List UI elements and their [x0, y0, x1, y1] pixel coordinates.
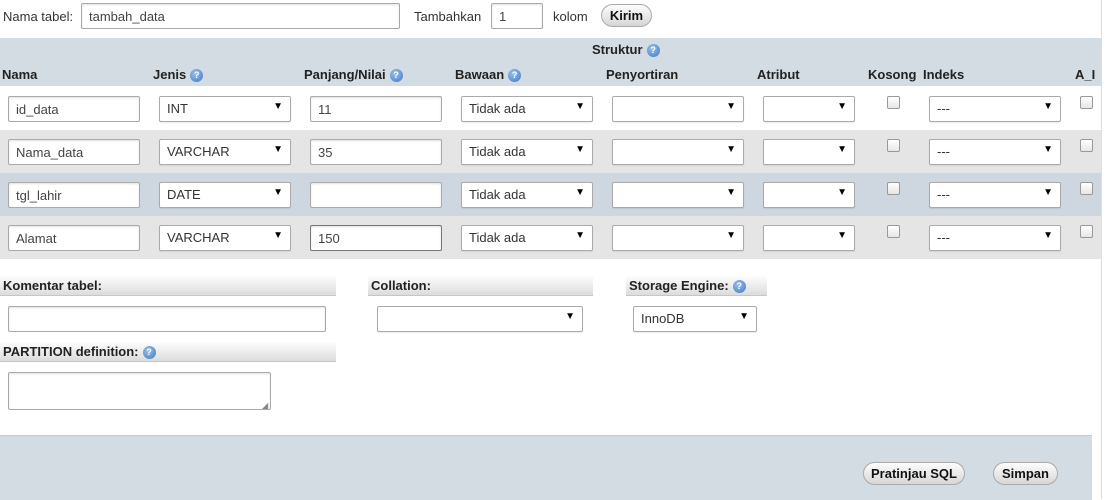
column-length-input[interactable]: [310, 96, 442, 122]
column-attribute-select[interactable]: ▼: [763, 139, 855, 165]
null-checkbox[interactable]: [887, 139, 900, 152]
column-header-attribute: Atribut: [757, 67, 800, 82]
column-default-select[interactable]: Tidak ada ▼: [461, 182, 593, 208]
column-name-input[interactable]: [8, 139, 140, 165]
column-collation-select[interactable]: ▼: [612, 225, 744, 251]
scrollbar-track[interactable]: [1101, 0, 1113, 499]
column-header-length: Panjang/Nilai?: [304, 67, 403, 83]
column-header-index: Indeks: [923, 67, 965, 82]
column-name-input[interactable]: [8, 225, 140, 251]
column-default-select[interactable]: Tidak ada ▼: [461, 96, 593, 122]
chevron-down-icon: ▼: [1043, 144, 1053, 155]
collation-header: Collation:: [368, 276, 593, 296]
chevron-down-icon: ▼: [837, 187, 847, 198]
column-header-type: Jenis?: [153, 67, 204, 83]
column-default-select[interactable]: Tidak ada ▼: [461, 139, 593, 165]
column-type-select[interactable]: VARCHAR ▼: [159, 225, 291, 251]
chevron-down-icon: ▼: [1043, 187, 1053, 198]
column-header-name: Nama: [2, 67, 38, 82]
help-icon[interactable]: ?: [142, 346, 156, 360]
column-default-select[interactable]: Tidak ada ▼: [461, 225, 593, 251]
chevron-down-icon: ▼: [726, 187, 736, 198]
table-row: VARCHAR▼ Tidak ada▼ ▼ ▼ ---▼: [0, 130, 1101, 173]
auto-increment-checkbox[interactable]: [1080, 96, 1093, 109]
partition-definition-header: PARTITION definition:?: [0, 342, 336, 362]
help-icon[interactable]: ?: [508, 69, 522, 83]
column-collation-select[interactable]: ▼: [612, 139, 744, 165]
column-attribute-select[interactable]: ▼: [763, 96, 855, 122]
send-button[interactable]: Kirim: [601, 4, 652, 27]
table-row: INT▼ Tidak ada▼ ▼ ▼ ---▼: [0, 87, 1101, 130]
chevron-down-icon: ▼: [726, 101, 736, 112]
table-row: VARCHAR▼ Tidak ada▼ ▼ ▼ ---▼: [0, 216, 1101, 259]
help-icon[interactable]: ?: [646, 44, 660, 58]
null-checkbox[interactable]: [887, 96, 900, 109]
chevron-down-icon: ▼: [575, 187, 585, 198]
chevron-down-icon: ▼: [273, 101, 283, 112]
column-index-select[interactable]: --- ▼: [929, 182, 1061, 208]
column-length-input[interactable]: [310, 139, 442, 165]
column-collation-select[interactable]: ▼: [612, 182, 744, 208]
chevron-down-icon: ▼: [565, 311, 575, 322]
help-icon[interactable]: ?: [190, 69, 204, 83]
auto-increment-checkbox[interactable]: [1080, 139, 1093, 152]
column-index-select[interactable]: --- ▼: [929, 139, 1061, 165]
structure-title: Struktur?: [592, 42, 660, 58]
column-collation-select[interactable]: ▼: [612, 96, 744, 122]
null-checkbox[interactable]: [887, 182, 900, 195]
column-type-select[interactable]: INT ▼: [159, 96, 291, 122]
chevron-down-icon: ▼: [273, 187, 283, 198]
save-button[interactable]: Simpan: [993, 462, 1058, 485]
preview-sql-button[interactable]: Pratinjau SQL: [863, 462, 965, 485]
chevron-down-icon: ▼: [726, 144, 736, 155]
chevron-down-icon: ▼: [837, 144, 847, 155]
column-header-ai: A_I: [1075, 67, 1096, 82]
chevron-down-icon: ▼: [1043, 101, 1053, 112]
add-columns-label: Tambahkan: [414, 9, 482, 24]
resize-handle-icon[interactable]: ◢: [262, 401, 268, 410]
column-header-collation: Penyortiran: [606, 67, 679, 82]
add-columns-count-input[interactable]: [491, 3, 543, 29]
chevron-down-icon: ▼: [575, 144, 585, 155]
help-icon[interactable]: ?: [732, 280, 746, 294]
chevron-down-icon: ▼: [575, 230, 585, 241]
table-comment-header: Komentar tabel:: [0, 276, 336, 296]
chevron-down-icon: ▼: [726, 230, 736, 241]
column-attribute-select[interactable]: ▼: [763, 225, 855, 251]
storage-engine-select[interactable]: InnoDB ▼: [633, 306, 757, 332]
table-collation-select[interactable]: ▼: [377, 306, 583, 332]
column-name-input[interactable]: [8, 96, 140, 122]
column-index-select[interactable]: --- ▼: [929, 225, 1061, 251]
columns-unit-label: kolom: [553, 9, 588, 24]
table-row: DATE▼ Tidak ada▼ ▼ ▼ ---▼: [0, 173, 1101, 216]
column-name-input[interactable]: [8, 182, 140, 208]
column-header-default: Bawaan?: [455, 67, 522, 83]
column-attribute-select[interactable]: ▼: [763, 182, 855, 208]
column-type-select[interactable]: VARCHAR ▼: [159, 139, 291, 165]
partition-definition-textarea[interactable]: [8, 372, 271, 410]
auto-increment-checkbox[interactable]: [1080, 182, 1093, 195]
column-length-input[interactable]: [310, 225, 442, 251]
chevron-down-icon: ▼: [273, 144, 283, 155]
table-name-input[interactable]: [81, 3, 400, 29]
chevron-down-icon: ▼: [837, 101, 847, 112]
column-type-select[interactable]: DATE ▼: [159, 182, 291, 208]
help-icon[interactable]: ?: [389, 69, 403, 83]
chevron-down-icon: ▼: [575, 101, 585, 112]
chevron-down-icon: ▼: [837, 230, 847, 241]
table-comment-input[interactable]: [8, 306, 326, 332]
chevron-down-icon: ▼: [273, 230, 283, 241]
auto-increment-checkbox[interactable]: [1080, 225, 1093, 238]
chevron-down-icon: ▼: [1043, 230, 1053, 241]
column-length-input[interactable]: [310, 182, 442, 208]
storage-engine-header: Storage Engine:?: [626, 276, 767, 296]
chevron-down-icon: ▼: [739, 311, 749, 322]
column-index-select[interactable]: --- ▼: [929, 96, 1061, 122]
table-name-label: Nama tabel:: [3, 9, 74, 24]
null-checkbox[interactable]: [887, 225, 900, 238]
column-header-null: Kosong: [868, 67, 917, 82]
